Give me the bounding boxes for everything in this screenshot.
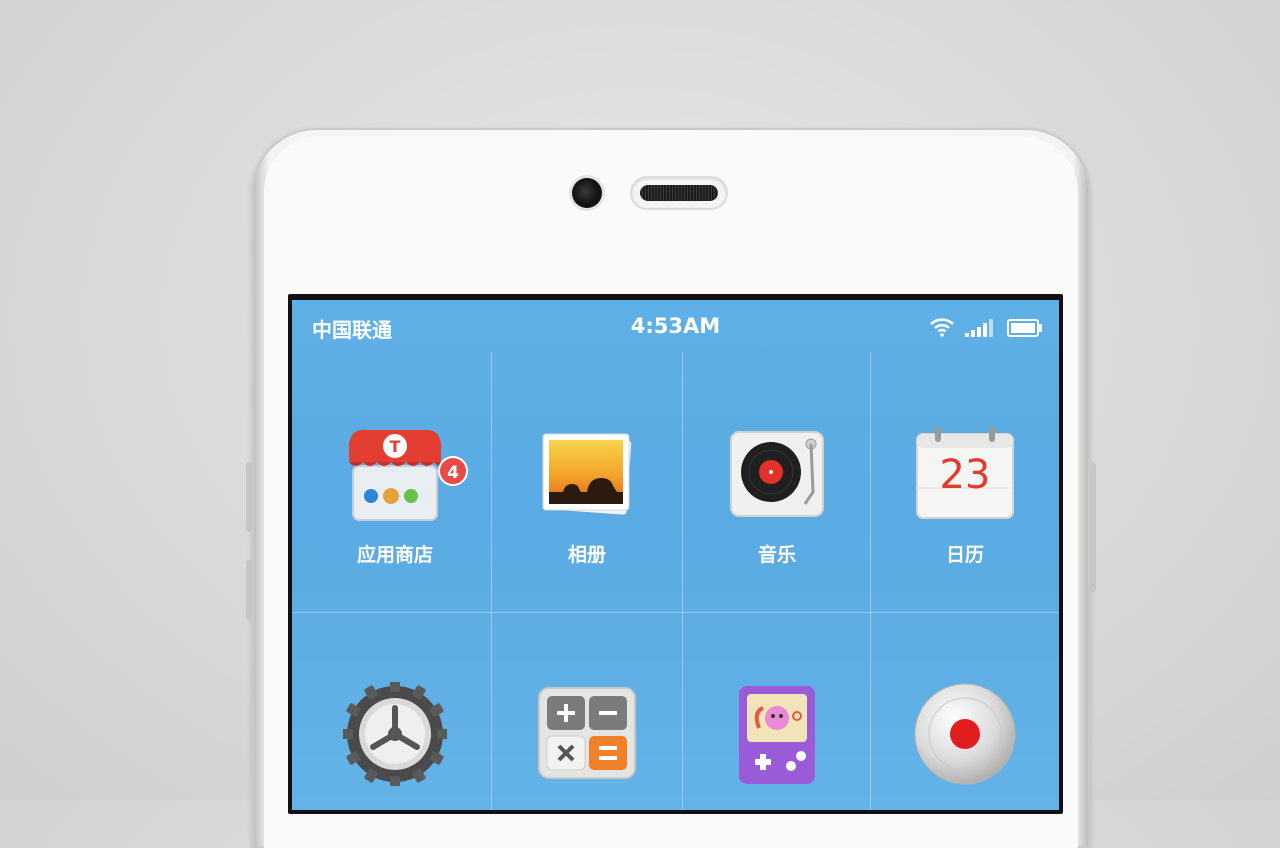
earpiece-speaker — [632, 178, 726, 208]
photo-album-tile[interactable]: 相册 — [492, 352, 682, 612]
battery-icon — [1007, 319, 1042, 337]
calendar-icon: 23 — [913, 422, 1017, 526]
calendar-tile[interactable]: 23 日历 — [870, 352, 1059, 612]
app-label: 音乐 — [757, 544, 796, 566]
calculator-icon — [535, 682, 639, 786]
app-store-tile[interactable]: T 4 应用商店 — [300, 352, 490, 612]
game-center-icon — [725, 682, 829, 786]
volume-button-lower — [246, 560, 252, 620]
app-label: 相册 — [567, 544, 606, 566]
front-camera — [572, 178, 602, 208]
app-store-icon: T — [343, 422, 447, 526]
recorder-tile[interactable] — [870, 612, 1059, 810]
signal-icon — [965, 319, 993, 337]
music-icon — [725, 422, 829, 526]
calendar-date: 23 — [939, 452, 991, 498]
svg-text:T: T — [390, 437, 401, 456]
settings-tile[interactable] — [300, 612, 490, 810]
notification-badge: 4 — [438, 456, 468, 486]
volume-button — [246, 462, 252, 532]
calculator-tile[interactable] — [492, 612, 682, 810]
app-label: 日历 — [945, 544, 984, 566]
recorder-icon — [913, 682, 1017, 786]
music-tile[interactable]: 音乐 — [682, 352, 872, 612]
photo-album-icon — [535, 422, 639, 526]
power-button — [1090, 462, 1096, 592]
wifi-icon — [930, 318, 954, 337]
status-icons — [929, 317, 1043, 337]
home-screen: 中国联通 4:53AM T 4 应用商店 相册 音乐 23 日历 — [292, 300, 1059, 810]
app-label: 应用商店 — [356, 544, 433, 566]
settings-icon — [341, 680, 449, 788]
game-center-tile[interactable] — [682, 612, 872, 810]
status-bar: 中国联通 4:53AM — [292, 300, 1059, 352]
